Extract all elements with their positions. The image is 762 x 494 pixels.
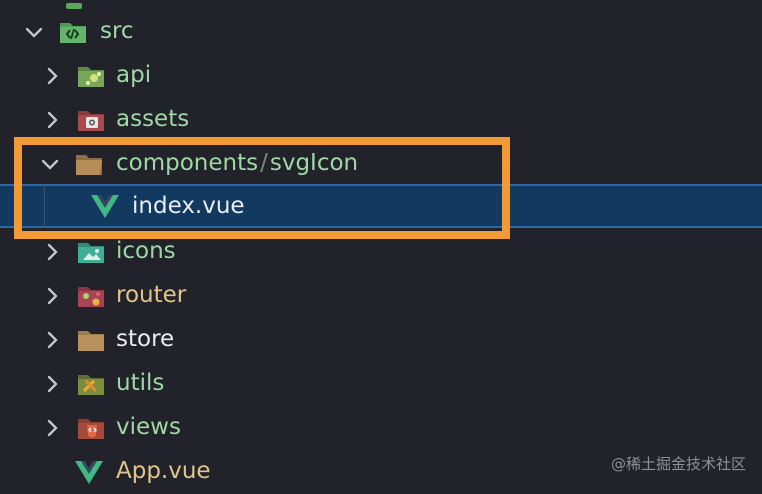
folder-open-icon [74, 150, 104, 178]
tree-item-store[interactable]: store [0, 318, 762, 362]
chevron-down-icon[interactable] [40, 154, 60, 174]
tree-item-views[interactable]: views [0, 406, 762, 450]
file-explorer-tree: src api assets components/svgIcon index.… [0, 0, 762, 490]
tree-item-router[interactable]: router [0, 274, 762, 318]
partial-folder-icon [66, 0, 82, 9]
folder-utils-icon [76, 370, 106, 398]
chevron-right-icon[interactable] [42, 110, 62, 130]
tree-item-components[interactable]: components/svgIcon [0, 142, 762, 186]
tree-item-label: icons [116, 238, 176, 264]
vue-icon [90, 192, 120, 220]
folder-router-icon [76, 282, 106, 310]
folder-icon [76, 326, 106, 354]
tree-item-label: views [116, 414, 181, 440]
chevron-right-icon[interactable] [42, 330, 62, 350]
tree-item-label: router [116, 282, 187, 308]
tree-item-label: utils [116, 370, 165, 396]
chevron-right-icon[interactable] [42, 66, 62, 86]
chevron-right-icon[interactable] [42, 374, 62, 394]
folder-name-components: components [116, 150, 259, 176]
tree-item-label: index.vue [132, 193, 245, 219]
chevron-right-icon[interactable] [42, 286, 62, 306]
folder-source-icon [58, 18, 88, 46]
tree-item-label: components/svgIcon [116, 148, 358, 178]
chevron-right-icon[interactable] [42, 242, 62, 262]
tree-item-index-vue[interactable]: index.vue [0, 184, 762, 228]
folder-api-icon [76, 62, 106, 90]
tree-item-utils[interactable]: utils [0, 362, 762, 406]
tree-item-label: src [100, 18, 134, 44]
folder-assets-icon [76, 106, 106, 134]
tree-item-icons[interactable]: icons [0, 230, 762, 274]
tree-item-label: store [116, 326, 175, 352]
folder-views-icon [76, 414, 106, 442]
tree-item-assets[interactable]: assets [0, 98, 762, 142]
chevron-right-icon[interactable] [42, 418, 62, 438]
tree-item-api[interactable]: api [0, 54, 762, 98]
folder-name-svgicon: svgIcon [269, 150, 359, 176]
tree-item-label: assets [116, 106, 190, 132]
folder-icons-icon [76, 238, 106, 266]
vue-icon [74, 458, 104, 486]
tree-item-label: App.vue [116, 458, 211, 484]
watermark: @稀土掘金技术社区 [610, 455, 746, 473]
tree-item-src[interactable]: src [0, 10, 762, 54]
indent-guide [44, 184, 45, 228]
chevron-down-icon[interactable] [24, 22, 44, 42]
path-separator: / [260, 150, 268, 176]
tree-item-label: api [116, 62, 152, 88]
